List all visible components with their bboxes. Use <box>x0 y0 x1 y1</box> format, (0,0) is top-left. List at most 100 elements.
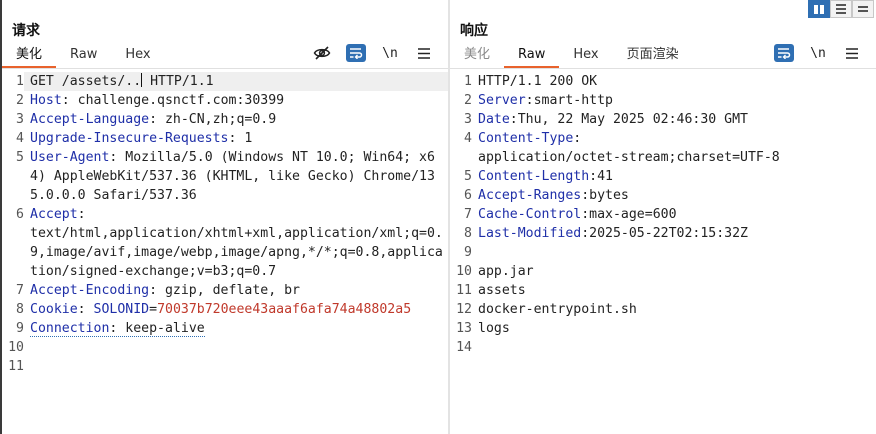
line-content[interactable] <box>472 338 876 357</box>
code-line: 12 docker-entrypoint.sh <box>450 300 876 319</box>
cookie-eq: = <box>149 302 158 317</box>
line-content[interactable]: Accept-Language: zh-CN,zh;q=0.9 <box>24 110 448 129</box>
response-toolbar: \n <box>774 43 862 63</box>
line-content[interactable]: Cache-Control:max-age=600 <box>472 205 876 224</box>
request-tab-pretty[interactable]: 美化 <box>2 44 57 68</box>
header-value: zh-CN,zh;q=0.9 <box>164 112 277 127</box>
line-number: 5 <box>16 150 24 165</box>
header-sep: : <box>109 321 126 336</box>
line-number: 10 <box>456 264 472 279</box>
line-number: 10 <box>8 340 24 355</box>
line-number: 11 <box>456 283 472 298</box>
code-line: 6 Accept: text/html,application/xhtml+xml… <box>2 205 448 281</box>
line-content[interactable]: HTTP/1.1 200 OK <box>472 72 876 91</box>
response-menu-button[interactable] <box>842 43 862 63</box>
line-content[interactable]: Accept-Ranges:bytes <box>472 186 876 205</box>
line-number: 11 <box>8 359 24 374</box>
code-line: 14 <box>450 338 876 357</box>
line-content[interactable] <box>472 243 876 262</box>
line-content[interactable] <box>24 357 448 376</box>
code-line: 9 Connection: keep-alive <box>2 319 448 338</box>
line-content[interactable]: User-Agent: Mozilla/5.0 (Windows NT 10.0… <box>24 148 448 205</box>
line-content[interactable]: Upgrade-Insecure-Requests: 1 <box>24 129 448 148</box>
header-key: Upgrade-Insecure-Requests <box>30 131 229 146</box>
code-line: 8 Last-Modified:2025-05-22T02:15:32Z <box>450 224 876 243</box>
show-newlines-button[interactable]: \n <box>380 43 400 63</box>
hamburger-menu-icon <box>846 47 858 59</box>
word-wrap-button[interactable] <box>346 44 366 62</box>
line-content[interactable]: Last-Modified:2025-05-22T02:15:32Z <box>472 224 876 243</box>
header-value: smart-http <box>533 93 613 108</box>
line-number: 6 <box>464 188 472 203</box>
line-content[interactable] <box>24 338 448 357</box>
header-sep: : <box>149 112 165 127</box>
header-value: text/html,application/xhtml+xml,applicat… <box>30 226 443 279</box>
request-editor[interactable]: 1 GET /assets/.. HTTP/1.1 2 Host: challe… <box>2 72 448 434</box>
header-value: Thu, 22 May 2025 02:46:30 GMT <box>517 112 748 127</box>
line-content[interactable]: docker-entrypoint.sh <box>472 300 876 319</box>
line-number: 12 <box>456 302 472 317</box>
response-editor[interactable]: 1 HTTP/1.1 200 OK 2 Server:smart-http 3 … <box>450 72 876 434</box>
line-content[interactable]: Content-Type: application/octet-stream;ch… <box>472 129 876 167</box>
line-content[interactable]: Accept: text/html,application/xhtml+xml,a… <box>24 205 448 281</box>
request-tab-raw[interactable]: Raw <box>56 44 111 66</box>
line-content[interactable]: logs <box>472 319 876 338</box>
line-content[interactable]: Host: challenge.qsnctf.com:30399 <box>24 91 448 110</box>
header-key: Last-Modified <box>478 226 582 241</box>
line-content[interactable]: Cookie: SOLONID=70037b720eee43aaaf6afa74… <box>24 300 448 319</box>
request-title: 请求 <box>12 23 40 39</box>
header-value: keep-alive <box>125 321 205 336</box>
response-tab-pretty[interactable]: 美化 <box>450 44 504 66</box>
line-number: 1 <box>16 74 24 89</box>
header-key: Accept-Encoding <box>30 283 150 298</box>
header-key: Cache-Control <box>478 207 582 222</box>
line-content[interactable]: Server:smart-http <box>472 91 876 110</box>
response-tab-hex[interactable]: Hex <box>559 44 612 66</box>
header-sep: : <box>525 93 534 108</box>
cookie-value: 70037b720eee43aaaf6afa74a48802a5 <box>157 302 412 317</box>
code-line: 4 Content-Type: application/octet-stream;… <box>450 129 876 167</box>
line-number: 9 <box>464 245 472 260</box>
line-content[interactable]: Accept-Encoding: gzip, deflate, br <box>24 281 448 300</box>
code-line: 8 Cookie: SOLONID=70037b720eee43aaaf6afa… <box>2 300 448 319</box>
line-number: 2 <box>464 93 472 108</box>
header-key: Connection <box>30 321 110 336</box>
code-line: 9 <box>450 243 876 262</box>
response-tab-raw[interactable]: Raw <box>504 44 560 68</box>
line-number: 7 <box>16 283 24 298</box>
header-key: Accept-Ranges <box>478 188 582 203</box>
show-newlines-button[interactable]: \n <box>808 43 828 63</box>
line-content[interactable]: app.jar <box>472 262 876 281</box>
line-content[interactable]: GET /assets/.. HTTP/1.1 <box>24 72 448 91</box>
line-content[interactable]: Date:Thu, 22 May 2025 02:46:30 GMT <box>472 110 876 129</box>
request-line-start: GET /assets/.. <box>30 74 142 89</box>
line-content[interactable]: assets <box>472 281 876 300</box>
line-number: 2 <box>16 93 24 108</box>
header-sep: : <box>109 150 126 165</box>
request-menu-button[interactable] <box>414 43 434 63</box>
header-value: application/octet-stream;charset=UTF-8 <box>478 150 780 165</box>
header-key: Date <box>478 112 510 127</box>
hide-nonprintable-button[interactable] <box>312 43 332 63</box>
code-line: 2 Host: challenge.qsnctf.com:30399 <box>2 91 448 110</box>
response-title: 响应 <box>460 23 488 39</box>
line-number: 8 <box>464 226 472 241</box>
eye-slash-icon <box>313 46 331 60</box>
word-wrap-button[interactable] <box>774 44 794 62</box>
code-line: 2 Server:smart-http <box>450 91 876 110</box>
line-number: 4 <box>464 131 472 146</box>
request-line-end: HTTP/1.1 <box>142 74 214 89</box>
code-line: 6 Accept-Ranges:bytes <box>450 186 876 205</box>
line-content[interactable]: Connection: keep-alive <box>24 319 448 338</box>
response-tab-divider <box>450 68 876 69</box>
code-line: 3 Date:Thu, 22 May 2025 02:46:30 GMT <box>450 110 876 129</box>
code-line: 5 User-Agent: Mozilla/5.0 (Windows NT 10… <box>2 148 448 205</box>
response-tab-render[interactable]: 页面渲染 <box>613 44 693 66</box>
word-wrap-icon <box>350 48 363 59</box>
line-number: 6 <box>16 207 24 222</box>
line-content[interactable]: Content-Length:41 <box>472 167 876 186</box>
request-tab-hex[interactable]: Hex <box>111 44 164 66</box>
request-tabs: 美化 Raw Hex <box>2 44 165 68</box>
request-toolbar: \n <box>312 43 434 63</box>
header-sep: : <box>61 93 78 108</box>
